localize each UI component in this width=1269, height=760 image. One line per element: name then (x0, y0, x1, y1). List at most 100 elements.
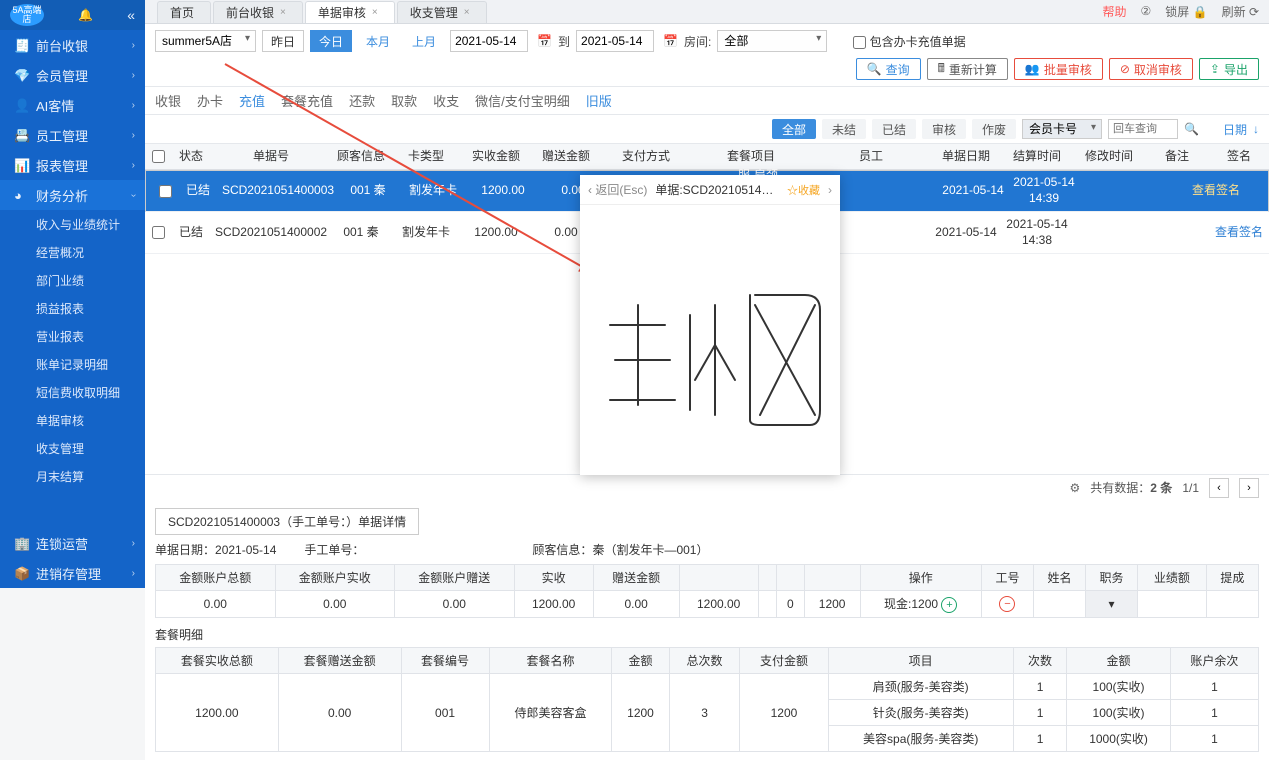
inventory-icon: 📦 (14, 566, 28, 580)
view-sign-link[interactable]: 查看签名 (1215, 225, 1263, 241)
close-icon[interactable]: × (372, 7, 378, 18)
lock-link[interactable]: 锁屏 🔒 (1165, 3, 1207, 20)
sidebar-sub-dept[interactable]: 部门业绩 (0, 266, 145, 294)
report-icon: 📊 (14, 158, 28, 172)
date-to[interactable] (576, 30, 654, 52)
sidebar-sub-audit[interactable]: 单据审核 (0, 406, 145, 434)
col-billdate: 单据日期 (931, 149, 1001, 165)
sidebar-item-finance[interactable]: ◕财务分析› (0, 180, 145, 210)
sidebar-sub-sms[interactable]: 短信费收取明细 (0, 378, 145, 406)
include-card-label[interactable]: 包含办卡充值单据 (853, 33, 965, 50)
sidebar-sub-billlog[interactable]: 账单记录明细 (0, 350, 145, 378)
collapse-icon[interactable]: « (127, 7, 135, 23)
subtab-wxali[interactable]: 微信/支付宝明细 (475, 91, 570, 110)
sidebar-item-cashier[interactable]: 🧾前台收银› (0, 30, 145, 60)
member-icon: 💎 (14, 68, 28, 82)
next-page-button[interactable]: › (1239, 478, 1259, 498)
gear-icon[interactable]: ⚙ (1070, 481, 1081, 495)
date-from[interactable] (450, 30, 528, 52)
sidebar-item-ai[interactable]: 👤AI客情› (0, 90, 145, 120)
btn-lastmonth[interactable]: 上月 (404, 30, 444, 52)
sidebar-sub-income-exp[interactable]: 收支管理 (0, 434, 145, 462)
row-checkbox[interactable] (159, 185, 172, 198)
sidebar-sub-biz[interactable]: 营业报表 (0, 322, 145, 350)
delete-row-button[interactable]: − (999, 596, 1015, 612)
col-status: 状态 (171, 149, 211, 165)
sidebar-sub-monthend[interactable]: 月末结算 (0, 462, 145, 490)
to-label: 到 (558, 33, 570, 50)
view-sign-link[interactable]: 查看签名 (1192, 183, 1240, 199)
bell-icon[interactable]: 🔔 (77, 6, 95, 24)
col-emp: 员工 (811, 149, 931, 165)
col-modify: 修改时间 (1073, 149, 1145, 165)
calendar-icon[interactable]: 📅 (663, 34, 678, 48)
cancel-audit-button[interactable]: ⊘取消审核 (1109, 58, 1193, 80)
mini-search-icon[interactable]: 🔍 (1184, 122, 1199, 136)
signature-canvas (580, 205, 840, 475)
subtab-card[interactable]: 办卡 (197, 91, 223, 110)
page-tabs: 首页 前台收银× 单据审核× 收支管理× (145, 0, 1269, 24)
filter-audit[interactable]: 审核 (922, 119, 966, 139)
detail-table-2: 套餐实收总额套餐赠送金额套餐编号 套餐名称金额总次数 支付金额项目次数 金额账户… (155, 647, 1259, 752)
detail-table-1: 金额账户总额金额账户实收金额账户赠送 实收赠送金额 操作工号姓名 职务业绩额提成… (155, 564, 1259, 618)
btn-month[interactable]: 本月 (358, 30, 398, 52)
sidebar-sub-overview[interactable]: 经营概况 (0, 238, 145, 266)
tab-income-exp[interactable]: 收支管理× (397, 1, 487, 23)
calendar-icon[interactable]: 📅 (537, 34, 552, 48)
detail-tab[interactable]: SCD2021051400003（手工单号：）单据详情 (155, 508, 419, 535)
mini-search[interactable] (1108, 119, 1178, 139)
col-pay: 支付方式 (601, 149, 691, 165)
recalc-button[interactable]: 🖩重新计算 (927, 58, 1008, 80)
help-link[interactable]: 帮助 (1103, 3, 1127, 20)
select-all-checkbox[interactable] (152, 150, 165, 163)
subtab-income-exp[interactable]: 收支 (433, 91, 459, 110)
subtab-cashier[interactable]: 收银 (155, 91, 181, 110)
batch-audit-button[interactable]: 👥批量审核 (1014, 58, 1103, 80)
btn-yesterday[interactable]: 昨日 (262, 30, 304, 52)
sidebar-item-employee[interactable]: 📇员工管理› (0, 120, 145, 150)
col-real: 实收金额 (461, 149, 531, 165)
refresh-link[interactable]: 刷新 ⟳ (1222, 3, 1259, 20)
total-label: 共有数据：2 条 (1090, 479, 1172, 496)
close-icon[interactable]: × (280, 7, 286, 18)
sidebar-item-member[interactable]: 💎会员管理› (0, 60, 145, 90)
filter-void[interactable]: 作废 (972, 119, 1016, 139)
store-select[interactable]: summer5A店 (155, 30, 256, 52)
subtab-repay[interactable]: 还款 (349, 91, 375, 110)
tab-audit[interactable]: 单据审核× (305, 1, 395, 23)
filter-unsettled[interactable]: 未结 (822, 119, 866, 139)
room-select[interactable]: 全部 (717, 30, 827, 52)
tab-cashier[interactable]: 前台收银× (213, 1, 303, 23)
close-icon[interactable]: × (464, 7, 470, 18)
sub-head: 套餐明细 (155, 622, 1259, 647)
include-card-checkbox[interactable] (853, 36, 866, 49)
btn-today[interactable]: 今日 (310, 30, 352, 52)
employee-icon: 📇 (14, 128, 28, 142)
filter-all[interactable]: 全部 (772, 119, 816, 139)
tab-home[interactable]: 首页 (157, 1, 211, 23)
col-customer: 顾客信息 (331, 149, 391, 165)
modal-back-button[interactable]: ‹ 返回(Esc) (588, 181, 647, 198)
grid-footer: ⚙ 共有数据：2 条 1/1 ‹ › (145, 474, 1269, 500)
subtab-recharge[interactable]: 充值 (239, 91, 265, 110)
sidebar-sub-income[interactable]: 收入与业绩统计 (0, 210, 145, 238)
subtab-withdraw[interactable]: 取款 (391, 91, 417, 110)
sidebar-item-chain[interactable]: 🏢连锁运营› (0, 528, 145, 558)
favorite-button[interactable]: ☆收藏 (787, 182, 820, 198)
subtab-pkg-recharge[interactable]: 套餐充值 (281, 91, 333, 110)
sidebar-item-report[interactable]: 📊报表管理› (0, 150, 145, 180)
search-button[interactable]: 🔍查询 (856, 58, 921, 80)
export-button[interactable]: ⇪导出 (1199, 58, 1259, 80)
subtabs: 收银 办卡 充值 套餐充值 还款 取款 收支 微信/支付宝明细 旧版 (145, 87, 1269, 115)
subtab-old[interactable]: 旧版 (586, 91, 612, 110)
prev-page-button[interactable]: ‹ (1209, 478, 1229, 498)
sidebar-sub-pl[interactable]: 损益报表 (0, 294, 145, 322)
close-icon[interactable]: › (828, 183, 832, 197)
filter-settled[interactable]: 已结 (872, 119, 916, 139)
add-row-button[interactable]: + (941, 597, 957, 613)
date-sort[interactable]: 日期 (1223, 121, 1247, 138)
row-checkbox[interactable] (152, 226, 165, 239)
sidebar-item-inventory[interactable]: 📦进销存管理› (0, 558, 145, 588)
searchby-select[interactable]: 会员卡号 (1022, 119, 1102, 139)
signature-modal: ‹ 返回(Esc) 单据:SCD20210514000... ☆收藏 › (580, 175, 840, 475)
